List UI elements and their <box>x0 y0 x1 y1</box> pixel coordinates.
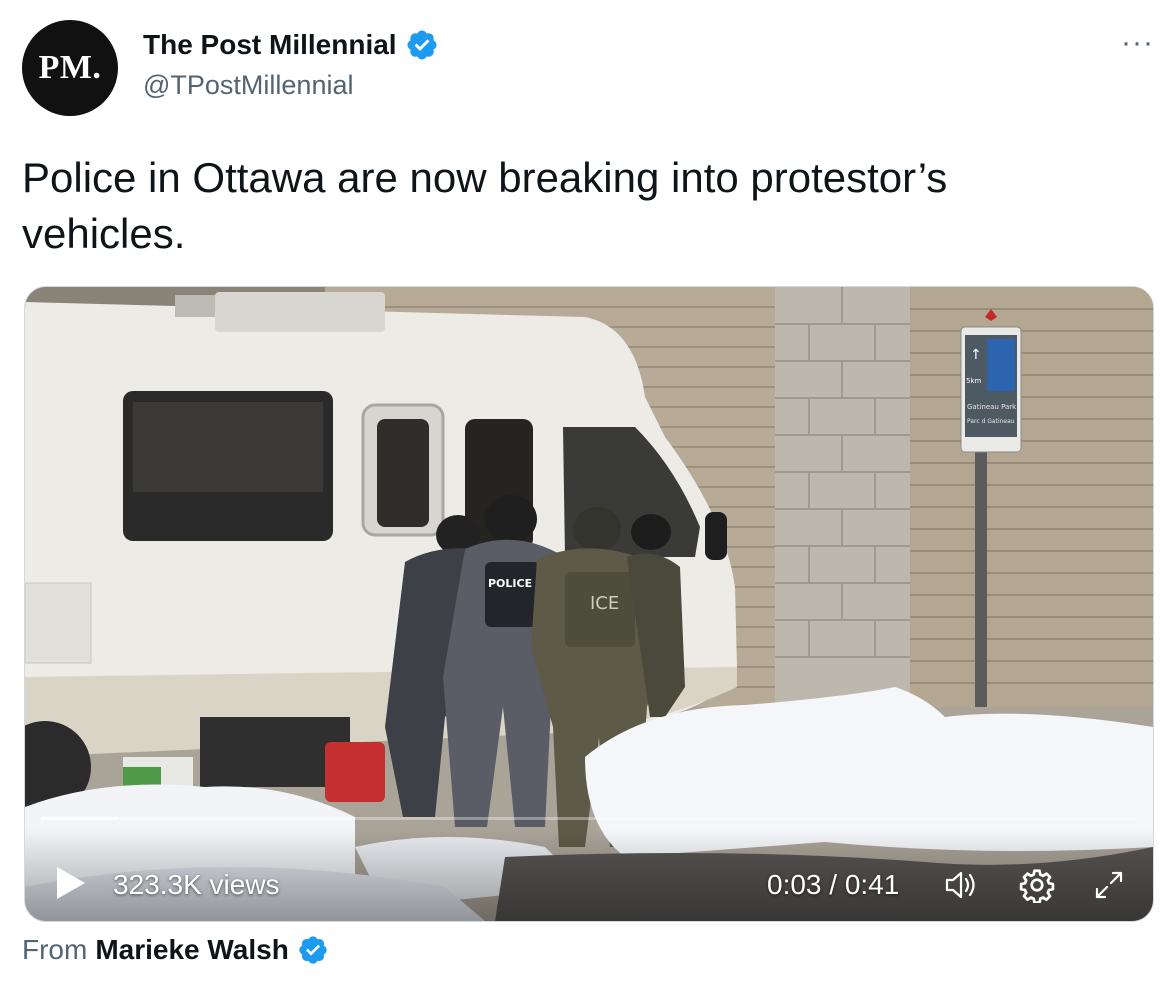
verified-badge-icon <box>407 30 437 60</box>
video-frame: ↑ 5km Gatineau Park Parc d Gatineau POLI… <box>25 287 1153 921</box>
verified-badge-icon <box>299 936 327 964</box>
author-handle[interactable]: @TPostMillennial <box>143 70 353 101</box>
video-progress-fill <box>41 817 118 820</box>
play-icon[interactable] <box>55 865 87 901</box>
video-controls: 323.3K views 0:03 / 0:41 <box>25 829 1153 921</box>
attribution-prefix: From <box>22 934 88 965</box>
video-timestamp: 0:03 / 0:41 <box>767 869 900 900</box>
more-options-icon[interactable]: ··· <box>1121 26 1154 60</box>
vest-label-text: POLICE <box>488 577 532 590</box>
author-name-row: The Post Millennial <box>143 28 439 62</box>
fullscreen-icon[interactable] <box>1091 867 1127 903</box>
avatar[interactable]: PM. <box>22 20 118 116</box>
svg-text:↑: ↑ <box>970 347 982 363</box>
video-attribution: From Marieke Walsh <box>22 934 329 966</box>
vest-label-2-text: ICE <box>590 593 619 614</box>
video-player[interactable]: ↑ 5km Gatineau Park Parc d Gatineau POLI… <box>24 286 1154 922</box>
tweet-text: Police in Ottawa are now breaking into p… <box>22 154 948 257</box>
attribution-name[interactable]: Marieke Walsh <box>95 934 288 966</box>
sign-distance-text: 5km <box>966 377 982 385</box>
view-count: 323.3K views <box>113 869 280 900</box>
display-name[interactable]: The Post Millennial <box>143 29 397 61</box>
settings-gear-icon[interactable] <box>1019 867 1055 903</box>
sign-line-1-text: Gatineau Park <box>967 403 1017 411</box>
sign-line-2-text: Parc d Gatineau <box>967 418 1015 425</box>
volume-icon[interactable] <box>943 867 979 903</box>
video-progress-bar[interactable] <box>41 817 1137 820</box>
